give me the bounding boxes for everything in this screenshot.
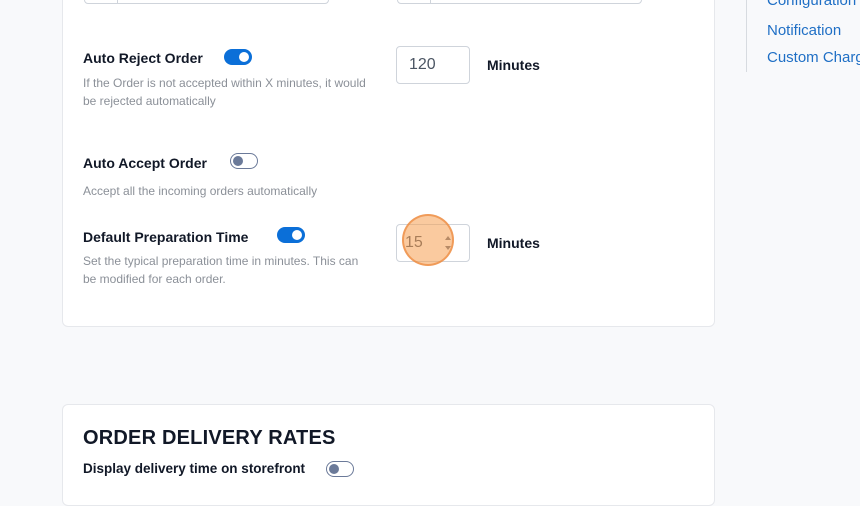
side-nav-notification[interactable]: Notification xyxy=(767,22,841,39)
toggle-knob xyxy=(239,52,249,62)
spin-down-icon[interactable] xyxy=(445,246,451,250)
side-nav-configuration[interactable]: Configuration xyxy=(767,0,856,9)
top-left-input-addon xyxy=(85,0,118,3)
toggle-knob xyxy=(329,463,339,474)
top-left-input[interactable] xyxy=(84,0,329,4)
spin-up-icon[interactable] xyxy=(445,236,451,240)
side-nav-custom-charges[interactable]: Custom Charges xyxy=(767,49,860,66)
display-delivery-time-label: Display delivery time on storefront xyxy=(83,461,306,476)
auto-reject-toggle[interactable] xyxy=(224,49,252,65)
default-prep-unit: Minutes xyxy=(487,235,540,251)
auto-reject-minutes-input[interactable] xyxy=(396,46,470,84)
display-delivery-time-toggle[interactable] xyxy=(326,461,354,477)
order-delivery-rates-card xyxy=(62,404,715,506)
default-prep-label: Default Preparation Time xyxy=(83,229,249,245)
toggle-knob xyxy=(233,155,243,166)
auto-accept-description: Accept all the incoming orders automatic… xyxy=(83,184,318,198)
auto-accept-label: Auto Accept Order xyxy=(83,155,207,171)
auto-reject-description: If the Order is not accepted within X mi… xyxy=(83,76,366,108)
toggle-knob xyxy=(292,230,302,240)
settings-side-nav: Configuration Notification Custom Charge… xyxy=(746,0,860,72)
top-right-input[interactable] xyxy=(397,0,642,4)
default-prep-description: Set the typical preparation time in minu… xyxy=(83,254,359,286)
auto-reject-unit: Minutes xyxy=(487,57,540,73)
default-prep-toggle[interactable] xyxy=(277,227,305,243)
section-title: ORDER DELIVERY RATES xyxy=(83,427,336,449)
auto-reject-label: Auto Reject Order xyxy=(83,50,203,66)
auto-accept-toggle[interactable] xyxy=(230,153,258,169)
top-right-input-addon xyxy=(398,0,431,3)
default-prep-minutes-input[interactable] xyxy=(396,224,470,262)
number-spinner[interactable] xyxy=(443,232,455,254)
